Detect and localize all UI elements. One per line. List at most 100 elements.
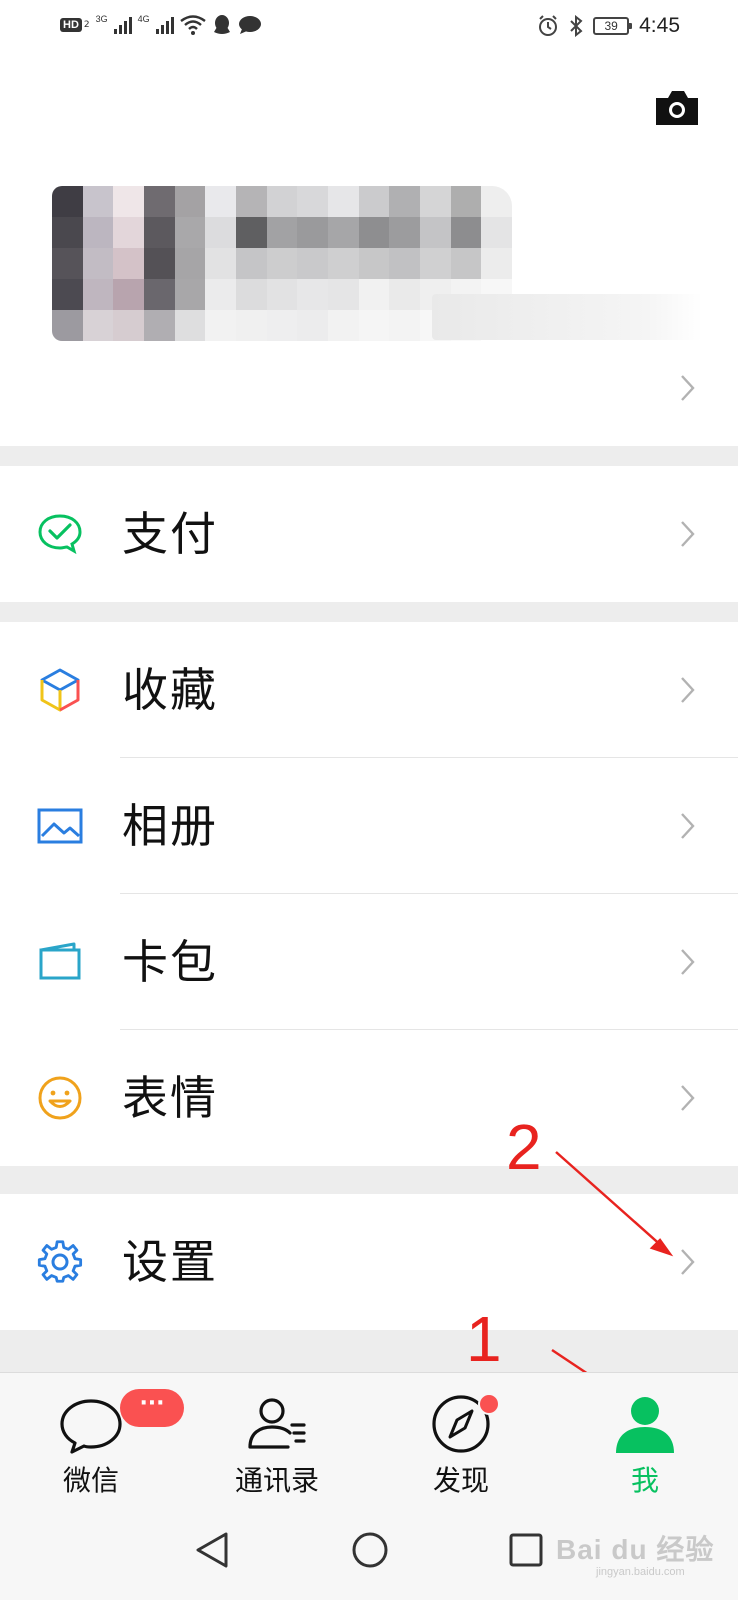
gear-icon bbox=[36, 1238, 84, 1286]
menu-item-settings[interactable]: 设置 bbox=[0, 1194, 738, 1330]
mosaic-cell bbox=[235, 248, 267, 279]
bluetooth-icon bbox=[569, 15, 583, 37]
mosaic-cell bbox=[327, 186, 359, 217]
tab-discover[interactable]: 发现 bbox=[386, 1373, 536, 1501]
mosaic-cell bbox=[297, 248, 328, 279]
mosaic-cell bbox=[389, 186, 420, 217]
mosaic-cell bbox=[82, 217, 114, 248]
chevron-right-icon bbox=[680, 1084, 696, 1116]
qq-icon bbox=[212, 14, 232, 36]
mosaic-cell bbox=[266, 248, 298, 279]
mosaic-cell bbox=[419, 217, 451, 248]
menu-item-album[interactable]: 相册 bbox=[0, 758, 738, 894]
chevron-right-icon bbox=[680, 520, 696, 552]
mosaic-cell bbox=[358, 248, 390, 279]
mosaic-cell bbox=[174, 217, 206, 248]
mosaic-cell bbox=[481, 186, 512, 217]
tab-label: 我 bbox=[630, 1464, 659, 1497]
menu-item-label: 卡包 bbox=[122, 935, 218, 989]
pixelated-wechat-id bbox=[432, 294, 702, 340]
tab-contacts[interactable]: 通讯录 bbox=[202, 1373, 352, 1501]
watermark-url: jingyan.baidu.com bbox=[596, 1566, 685, 1578]
mosaic-cell bbox=[205, 217, 236, 248]
tab-chats[interactable]: ··· 微信 bbox=[16, 1373, 184, 1501]
mosaic-cell bbox=[358, 279, 390, 310]
network-4g-label: 4G bbox=[137, 14, 150, 24]
mosaic-cell bbox=[450, 217, 482, 248]
discover-notification-dot bbox=[478, 1393, 500, 1415]
mosaic-cell bbox=[389, 248, 420, 279]
mosaic-cell bbox=[266, 217, 298, 248]
mosaic-cell bbox=[52, 217, 83, 248]
mosaic-cell bbox=[174, 279, 206, 310]
mosaic-cell bbox=[205, 248, 236, 279]
favorites-cube-icon bbox=[36, 666, 84, 714]
home-circle-icon[interactable] bbox=[350, 1530, 390, 1574]
mosaic-cell bbox=[143, 248, 175, 279]
annotation-number-1: 1 bbox=[466, 1303, 502, 1375]
mosaic-cell bbox=[450, 248, 482, 279]
chevron-right-icon bbox=[680, 1248, 696, 1280]
hd-indicator: HD bbox=[60, 18, 82, 32]
mosaic-cell bbox=[481, 248, 512, 279]
mosaic-cell bbox=[266, 279, 298, 310]
menu-item-cards[interactable]: 卡包 bbox=[0, 894, 738, 1030]
profile-card[interactable] bbox=[52, 186, 712, 366]
system-navigation-bar: Bai du 经验 jingyan.baidu.com bbox=[0, 1500, 738, 1600]
menu-item-stickers[interactable]: 表情 bbox=[0, 1030, 738, 1166]
chevron-right-icon bbox=[680, 374, 696, 406]
mosaic-cell bbox=[235, 217, 267, 248]
mosaic-cell bbox=[389, 279, 420, 310]
contacts-icon bbox=[242, 1389, 312, 1459]
mosaic-cell bbox=[389, 310, 420, 341]
mosaic-cell bbox=[82, 186, 114, 217]
mosaic-cell bbox=[143, 279, 175, 310]
unread-badge: ··· bbox=[120, 1389, 184, 1427]
mosaic-cell bbox=[358, 186, 390, 217]
bottom-tab-bar: ··· 微信 通讯录 发现 我 bbox=[0, 1372, 738, 1500]
chevron-right-icon bbox=[680, 948, 696, 980]
mosaic-cell bbox=[450, 186, 482, 217]
mosaic-cell bbox=[205, 186, 236, 217]
signal-bars-icon bbox=[155, 16, 174, 34]
mosaic-cell bbox=[113, 217, 144, 248]
status-left: HD 2 3G 4G bbox=[60, 14, 262, 36]
menu-group-services: 收藏 相册 卡包 表情 bbox=[0, 622, 738, 1166]
mosaic-cell bbox=[481, 217, 512, 248]
tab-label: 发现 bbox=[432, 1464, 489, 1497]
message-bubble-icon bbox=[238, 15, 262, 35]
menu-item-label: 相册 bbox=[122, 799, 218, 853]
menu-item-label: 表情 bbox=[122, 1071, 218, 1125]
alarm-icon bbox=[537, 15, 559, 37]
mosaic-cell bbox=[82, 279, 114, 310]
person-icon bbox=[610, 1389, 680, 1459]
clock: 4:45 bbox=[639, 14, 680, 37]
mosaic-cell bbox=[235, 310, 267, 341]
menu-item-pay[interactable]: 支付 bbox=[0, 466, 738, 602]
mosaic-cell bbox=[143, 217, 175, 248]
recents-square-icon[interactable] bbox=[508, 1530, 544, 1574]
mosaic-cell bbox=[113, 186, 144, 217]
mosaic-cell bbox=[113, 279, 144, 310]
mosaic-cell bbox=[327, 248, 359, 279]
back-triangle-icon[interactable] bbox=[194, 1530, 230, 1574]
mosaic-cell bbox=[235, 279, 267, 310]
menu-group-pay: 支付 bbox=[0, 466, 738, 602]
menu-item-label: 收藏 bbox=[122, 663, 218, 717]
mosaic-cell bbox=[327, 217, 359, 248]
menu-group-settings: 设置 bbox=[0, 1194, 738, 1330]
mosaic-cell bbox=[52, 279, 83, 310]
mosaic-cell bbox=[174, 310, 206, 341]
camera-icon[interactable] bbox=[654, 88, 700, 128]
signal-bars-icon bbox=[113, 16, 132, 34]
chevron-right-icon bbox=[680, 812, 696, 844]
mosaic-cell bbox=[297, 310, 328, 341]
mosaic-cell bbox=[143, 186, 175, 217]
menu-item-label: 设置 bbox=[122, 1235, 218, 1289]
mosaic-cell bbox=[358, 217, 390, 248]
menu-item-favorites[interactable]: 收藏 bbox=[0, 622, 738, 758]
tab-me[interactable]: 我 bbox=[570, 1373, 720, 1501]
mosaic-cell bbox=[113, 310, 144, 341]
mosaic-cell bbox=[52, 186, 83, 217]
mosaic-cell bbox=[143, 310, 175, 341]
